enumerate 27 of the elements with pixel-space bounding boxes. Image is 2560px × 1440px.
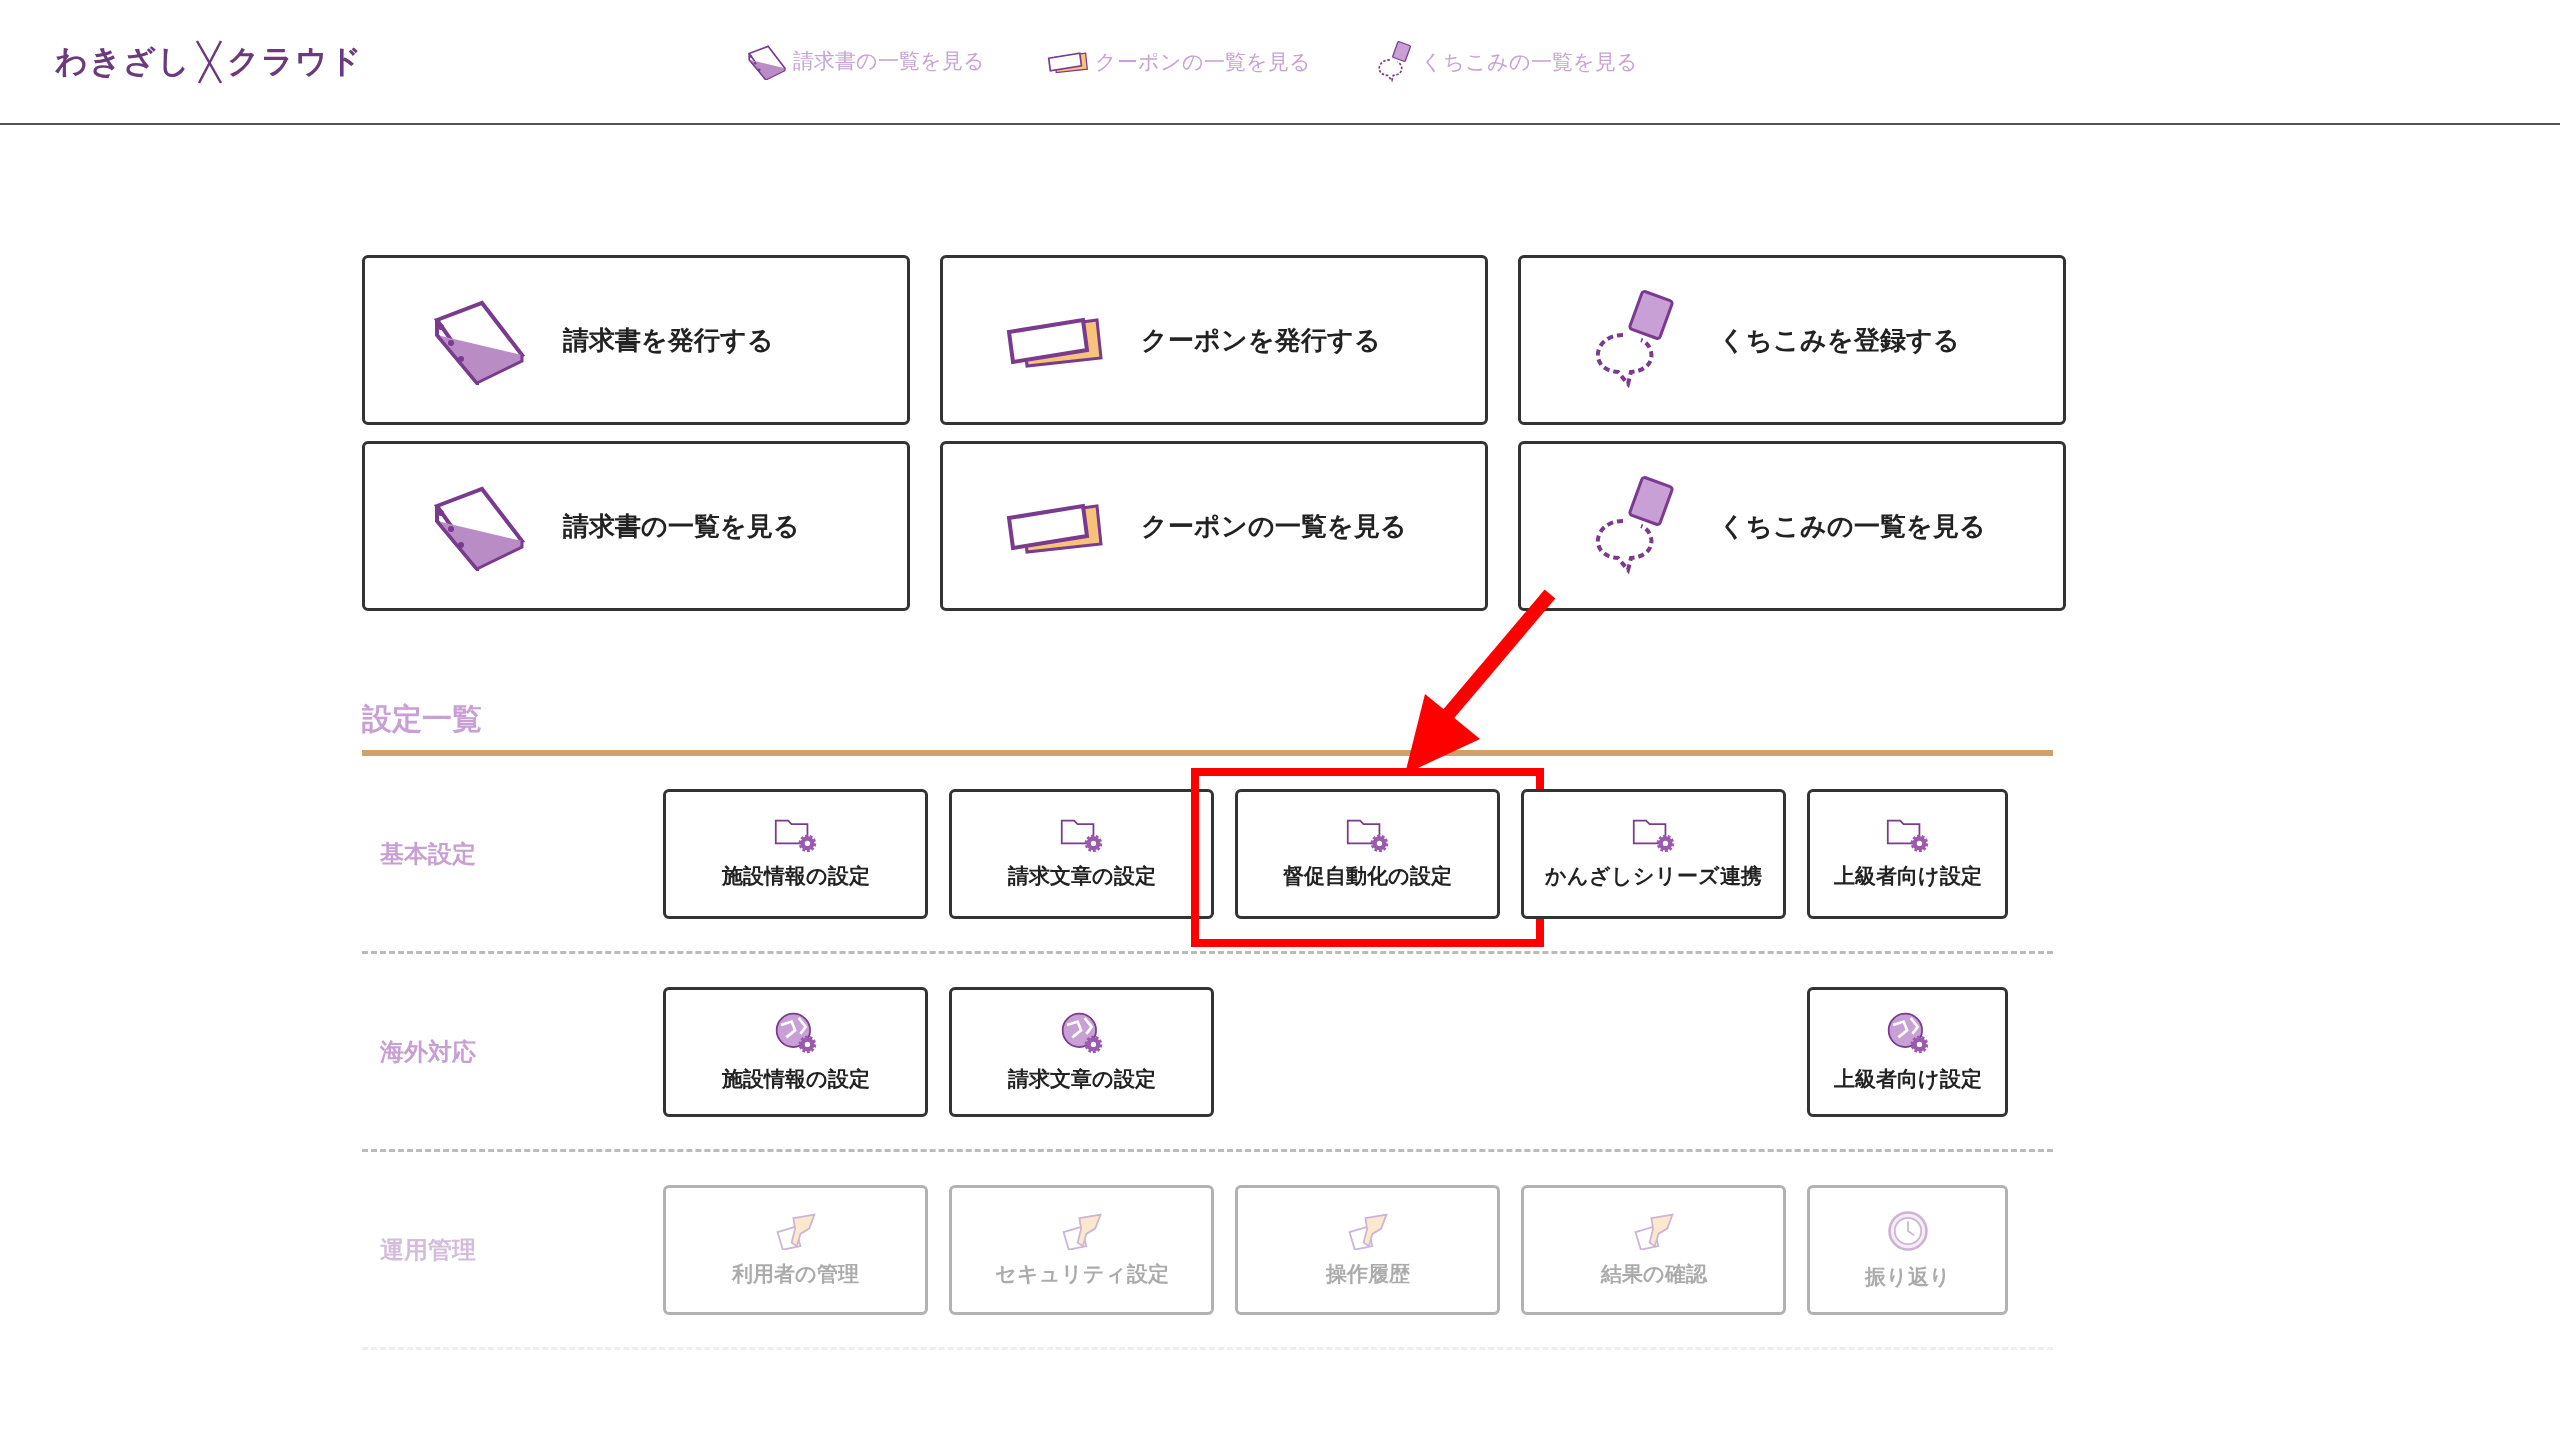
hand-cash-icon [1631, 1210, 1676, 1251]
hand-cash-icon [1345, 1210, 1390, 1251]
settings-button[interactable]: 上級者向け設定 [1807, 788, 2008, 919]
settings-button[interactable]: 施設情報の設定 [663, 986, 928, 1117]
globe-gear-icon [1885, 1010, 1930, 1055]
action-card[interactable]: クーポンを発行する [940, 255, 1488, 425]
hand-cash-icon [1059, 1210, 1104, 1251]
settings-button[interactable]: 上級者向け設定 [1807, 986, 2008, 1117]
settings-button[interactable]: 請求文章の設定 [949, 788, 1214, 919]
row-label: 運用管理 [379, 1234, 477, 1266]
hand-cash-icon [773, 1210, 818, 1251]
settings-button[interactable]: 請求文章の設定 [949, 986, 1214, 1117]
action-card[interactable]: くちこみを登録する [1518, 255, 2066, 425]
globe-gear-icon [773, 1010, 818, 1055]
action-card[interactable]: 請求書の一覧を見る [362, 441, 910, 611]
settings-button[interactable]: 督促自動化の設定 [1235, 788, 1500, 919]
row-label: 海外対応 [379, 1036, 477, 1068]
settings-button[interactable]: かんざしシリーズ連携 [1521, 788, 1786, 919]
logo-text: わきざし [55, 40, 191, 82]
clock-icon [1885, 1208, 1930, 1253]
action-card[interactable]: くちこみの一覧を見る [1518, 441, 2066, 611]
action-card[interactable]: 請求書を発行する [362, 255, 910, 425]
row-label: 基本設定 [379, 838, 477, 870]
action-card[interactable]: クーポンの一覧を見る [940, 441, 1488, 611]
settings-button[interactable]: 施設情報の設定 [663, 788, 928, 919]
globe-gear-icon [1059, 1010, 1104, 1055]
logo-text: クラウド [227, 40, 363, 82]
